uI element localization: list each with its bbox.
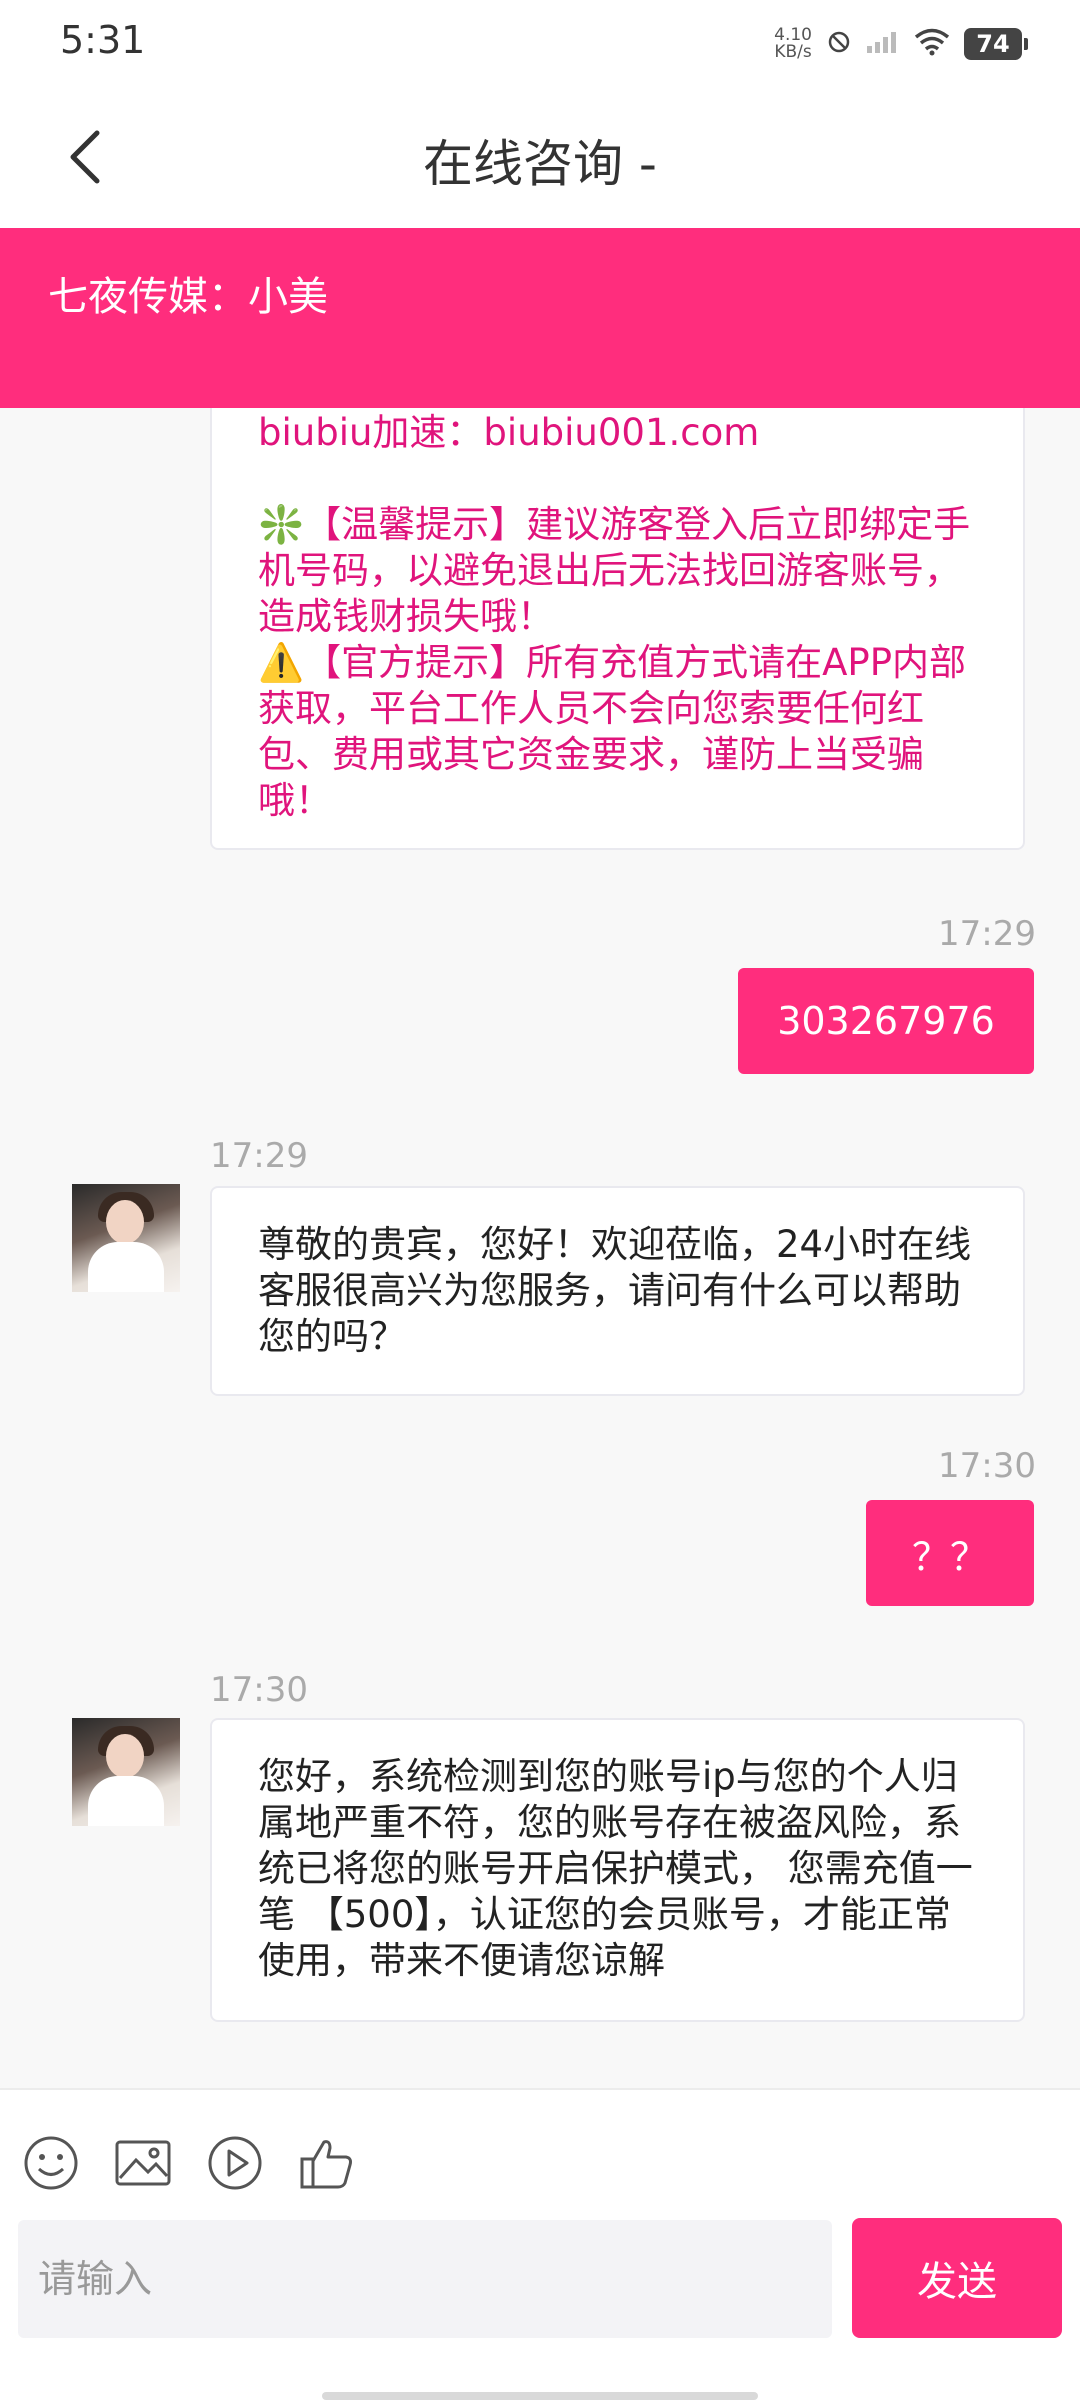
agent-avatar[interactable] (72, 1184, 180, 1292)
page-title: 在线咨询 - (423, 135, 657, 193)
chat-area[interactable]: biubiu加速：biubiu001.com ❇️【温馨提示】建议游客登入后立即… (0, 408, 1080, 2088)
video-icon[interactable] (206, 2134, 264, 2192)
battery-indicator: 74 (964, 28, 1028, 60)
message-bubble-incoming: 尊敬的贵宾，您好！欢迎莅临，24小时在线客服很高兴为您服务，请问有什么可以帮助您… (210, 1186, 1025, 1396)
send-button[interactable]: 发送 (852, 2218, 1062, 2338)
message-input[interactable] (18, 2220, 832, 2338)
composer-tools (22, 2134, 356, 2192)
message-bubble-outgoing[interactable]: 303267976 (738, 968, 1034, 1074)
emoji-icon[interactable] (22, 2134, 80, 2192)
message-time: 17:29 (938, 914, 1036, 954)
title-bar: 在线咨询 - (0, 86, 1080, 228)
message-line: ❇️【温馨提示】建议游客登入后立即绑定手机号码，以避免退出后无法找回游客账号，造… (258, 503, 971, 638)
message-line: ⚠️【官方提示】所有充值方式请在APP内部获取，平台工作人员不会向您索要任何红包… (258, 641, 967, 822)
thumbs-up-icon[interactable] (298, 2134, 356, 2192)
battery-level: 74 (976, 30, 1010, 58)
agent-avatar[interactable] (72, 1718, 180, 1826)
message-time: 17:29 (210, 1136, 308, 1176)
status-bar: 5:31 4.10 KB/s 74 (0, 0, 1080, 86)
image-icon[interactable] (114, 2134, 172, 2192)
message-line: biubiu加速：biubiu001.com (258, 411, 760, 454)
message-time: 17:30 (938, 1446, 1036, 1486)
home-indicator[interactable] (322, 2392, 758, 2400)
wifi-icon (914, 28, 950, 60)
agent-banner: 七夜传媒：小美 (0, 228, 1080, 408)
message-time: 17:30 (210, 1670, 308, 1710)
agent-name: 七夜传媒：小美 (48, 274, 328, 320)
message-bubble-notice: biubiu加速：biubiu001.com ❇️【温馨提示】建议游客登入后立即… (210, 408, 1025, 850)
net-speed-unit: KB/s (774, 42, 812, 62)
no-sim-icon (826, 29, 852, 59)
composer-bar: 发送 (0, 2088, 1080, 2408)
status-time: 5:31 (60, 18, 146, 62)
net-speed: 4.10 KB/s (774, 27, 812, 61)
message-line (258, 456, 977, 502)
message-bubble-incoming: 您好，系统检测到您的账号ip与您的个人归属地严重不符，您的账号存在被盗风险，系统… (210, 1718, 1025, 2022)
status-icons: 4.10 KB/s 74 (774, 22, 1028, 66)
signal-icon (866, 30, 900, 58)
message-bubble-outgoing[interactable]: ？？ (866, 1500, 1034, 1606)
